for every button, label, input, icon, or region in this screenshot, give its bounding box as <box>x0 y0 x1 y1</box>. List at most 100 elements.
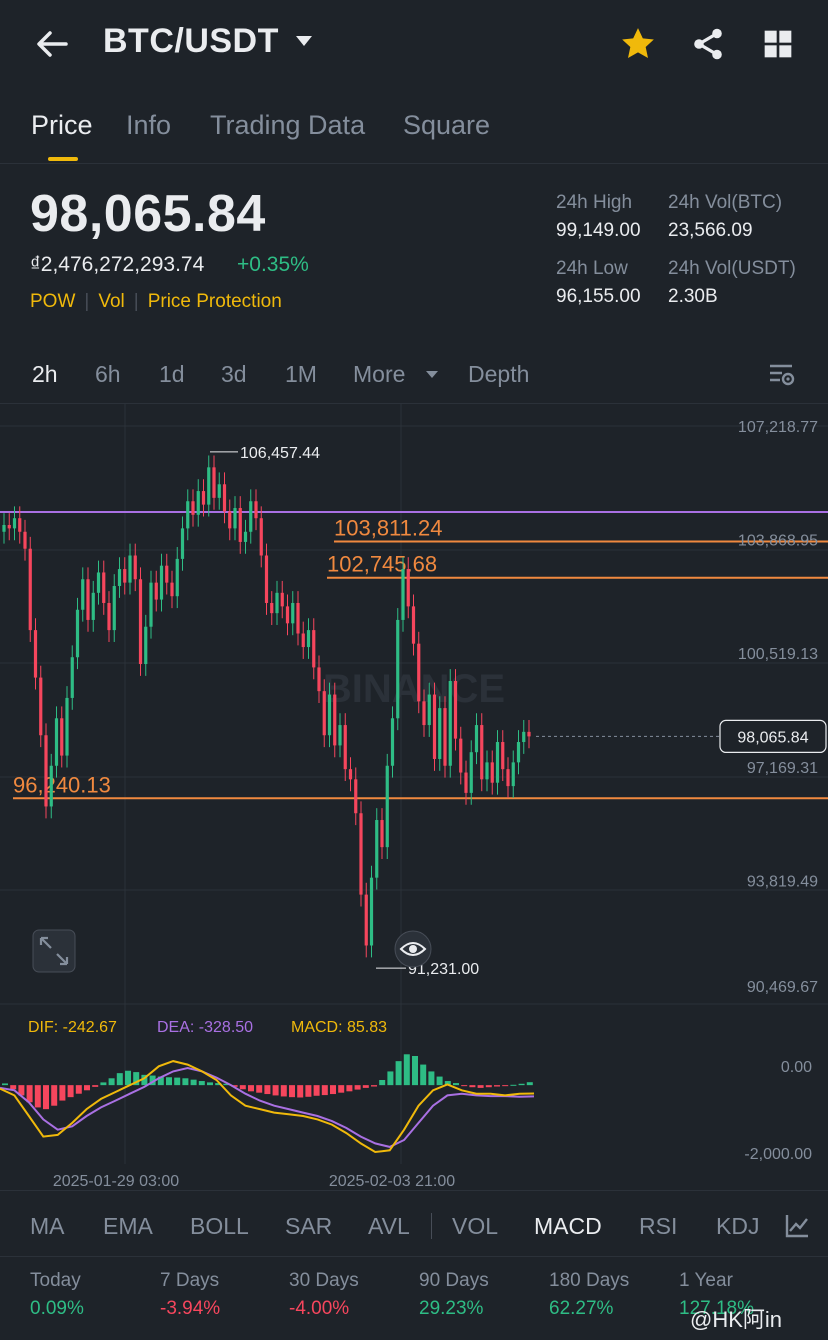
candle-body <box>448 680 452 766</box>
candle-body <box>275 592 279 614</box>
candle-body <box>306 630 311 648</box>
grid-icon[interactable] <box>762 28 794 60</box>
indicator-macd[interactable]: MACD <box>534 1213 602 1240</box>
tag-pow[interactable]: POW <box>30 291 75 312</box>
chevron-down-icon[interactable] <box>296 36 312 46</box>
share-icon[interactable] <box>690 26 726 62</box>
candle-body <box>375 820 379 878</box>
indicator-ma[interactable]: MA <box>30 1213 65 1240</box>
candle-body <box>490 762 494 783</box>
chart-settings-icon[interactable] <box>768 362 796 388</box>
perf-value: -3.94% <box>160 1298 221 1319</box>
candle-body <box>327 694 332 736</box>
tag-vol[interactable]: Vol <box>98 291 124 312</box>
indicator-ema[interactable]: EMA <box>103 1213 153 1240</box>
price-axis-label: 97,169.31 <box>747 760 818 777</box>
candle-body <box>464 772 468 793</box>
candle-body <box>222 484 227 512</box>
current-price-label: 98,065.84 <box>737 729 808 746</box>
macd-histogram-bar <box>321 1085 328 1096</box>
macd-histogram-bar <box>239 1085 246 1090</box>
candle-body <box>459 738 463 773</box>
timeframe-2h[interactable]: 2h <box>32 361 58 388</box>
candle-body <box>217 484 221 498</box>
indicator-boll[interactable]: BOLL <box>190 1213 249 1240</box>
macd-histogram-bar <box>26 1085 33 1103</box>
macd-histogram-bar <box>10 1085 17 1090</box>
macd-histogram-bar <box>387 1071 394 1086</box>
timeframe-3d[interactable]: 3d <box>221 361 247 388</box>
candle-body <box>123 569 127 583</box>
tab-square[interactable]: Square <box>403 110 490 141</box>
indicator-vol[interactable]: VOL <box>452 1213 498 1240</box>
candle-body <box>480 725 484 780</box>
macd-axis-label: -2,000.00 <box>744 1146 812 1163</box>
candle-body <box>396 619 400 719</box>
macd-histogram-bar <box>494 1085 500 1087</box>
hide-chart-button[interactable] <box>394 930 432 968</box>
macd-histogram-bar <box>289 1085 295 1098</box>
perf-label: 1 Year <box>679 1270 733 1291</box>
divider <box>431 1213 432 1239</box>
star-icon[interactable] <box>618 24 658 64</box>
candle-body <box>438 708 442 759</box>
macd-histogram-bar <box>280 1085 287 1097</box>
back-arrow-icon[interactable] <box>32 24 72 64</box>
price-axis: 107,218.77 103,868.95 100,519.13 97,169.31 9… <box>738 419 818 996</box>
candle-body <box>233 508 237 529</box>
candle-body <box>33 630 38 678</box>
macd-histogram-bar <box>518 1083 525 1086</box>
tab-depth[interactable]: Depth <box>468 361 529 388</box>
price-chart[interactable]: BINANCE 103,811.24 102,745.68 96,240.13 10… <box>0 404 828 1190</box>
candle-body <box>432 694 437 759</box>
timeframe-1d[interactable]: 1d <box>159 361 185 388</box>
timeframe-1m[interactable]: 1M <box>285 361 317 388</box>
macd-histogram-bar <box>330 1085 336 1095</box>
candle-body <box>469 752 473 793</box>
candle-body <box>70 657 74 698</box>
macd-histogram-bar <box>256 1085 263 1093</box>
macd-histogram-bar <box>477 1085 484 1088</box>
divider <box>0 1256 828 1257</box>
perf-label: 30 Days <box>289 1270 359 1291</box>
macd-histogram-bar <box>297 1085 304 1098</box>
candle-body <box>522 731 526 743</box>
macd-histogram-bar <box>75 1085 82 1094</box>
candle-body <box>343 725 347 770</box>
indicator-avl[interactable]: AVL <box>368 1213 410 1240</box>
macd-histogram-bar <box>108 1078 115 1086</box>
candle-body <box>86 579 90 620</box>
fullscreen-button[interactable] <box>32 929 76 973</box>
candle-body <box>49 765 53 807</box>
tag-price-protection[interactable]: Price Protection <box>148 291 282 312</box>
stat-label: 24h Vol(USDT) <box>668 258 796 279</box>
fiat-value: ₫2,476,272,293.74 <box>30 253 205 276</box>
candle-body <box>107 602 111 631</box>
macd-histogram-bar <box>395 1061 402 1086</box>
price-level-label: 102,745.68 <box>327 552 437 577</box>
timeframe-more[interactable]: More <box>353 361 405 388</box>
perf-label: 90 Days <box>419 1270 489 1291</box>
macd-histogram-bar <box>338 1085 345 1093</box>
top-bar: BTC/USDT <box>0 0 828 90</box>
indicator-kdj[interactable]: KDJ <box>716 1213 759 1240</box>
price-axis-label: 103,868.95 <box>738 533 818 550</box>
candle-body <box>165 565 169 583</box>
price-level-label: 96,240.13 <box>13 772 111 797</box>
tab-trading-data[interactable]: Trading Data <box>210 110 365 141</box>
indicator-rsi[interactable]: RSI <box>639 1213 677 1240</box>
macd-histogram-bar <box>190 1079 197 1086</box>
user-watermark: @HK阿in <box>690 1307 783 1332</box>
candle-body <box>385 765 389 848</box>
candle-body <box>427 694 431 726</box>
macd-histogram-bar <box>100 1082 107 1086</box>
indicator-settings-icon[interactable] <box>784 1213 810 1239</box>
timeframe-6h[interactable]: 6h <box>95 361 121 388</box>
tab-price[interactable]: Price <box>31 110 93 141</box>
caret-down-icon[interactable] <box>426 371 438 378</box>
tab-info[interactable]: Info <box>126 110 171 141</box>
indicator-sar[interactable]: SAR <box>285 1213 332 1240</box>
macd-value-label: MACD: 85.83 <box>291 1019 387 1036</box>
pair-title[interactable]: BTC/USDT <box>103 22 279 61</box>
candle-body <box>369 877 374 946</box>
